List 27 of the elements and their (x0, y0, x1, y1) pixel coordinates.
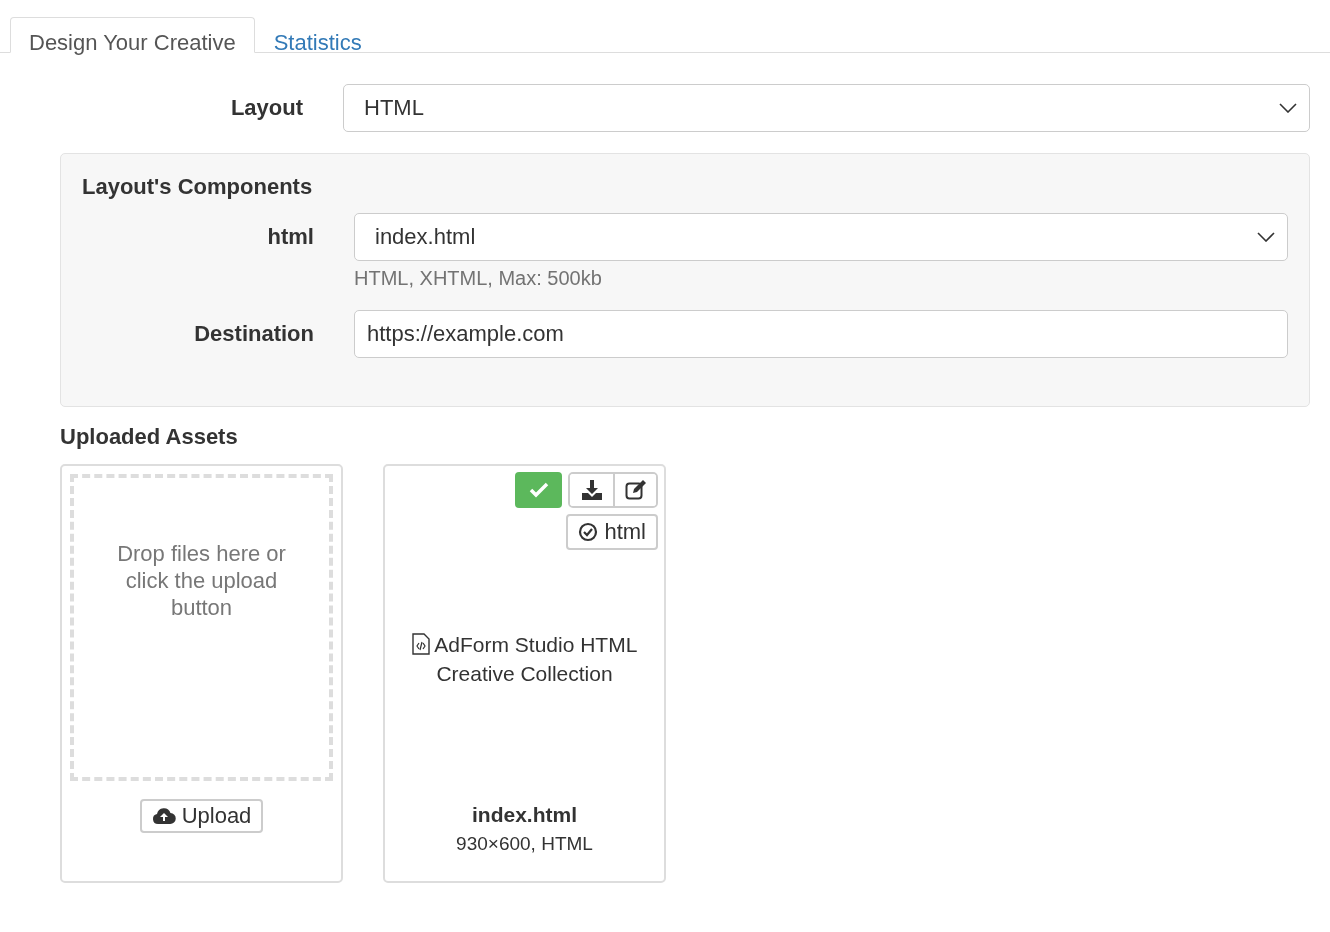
drop-zone[interactable]: Drop files here or click the upload button (70, 474, 333, 781)
field-label: Destination (193, 320, 315, 348)
chevron-down-icon (1257, 232, 1275, 242)
edit-button[interactable] (613, 474, 656, 506)
field-label: Layout (229, 95, 304, 121)
destination-input[interactable]: https://example.com (354, 310, 1288, 358)
chevron-down-icon (1279, 103, 1297, 113)
check-circle-icon (578, 522, 599, 542)
tab[interactable]: Statistics (254, 17, 381, 53)
layout-select[interactable]: HTML (343, 84, 1310, 132)
field-label: html (266, 223, 315, 251)
tab[interactable]: Design Your Creative (10, 17, 255, 53)
panel-title: Layout's Components (82, 174, 314, 200)
asset-title: AdForm Studio HTML Creative Collection (399, 630, 650, 688)
section-heading: Uploaded Assets (60, 424, 239, 450)
upload-button[interactable]: Upload (139, 799, 264, 833)
cloud-upload-icon (151, 807, 176, 825)
help-text: HTML, XHTML, Max: 500kb (354, 267, 603, 290)
file-name: index.html (472, 803, 577, 827)
component-tag-button[interactable]: html (566, 514, 658, 550)
code-file-icon (411, 633, 430, 655)
check-icon (528, 482, 549, 498)
file-select[interactable]: index.html (354, 213, 1288, 261)
download-icon (580, 479, 603, 501)
file-meta: 930×600, HTML (456, 833, 593, 855)
edit-icon (624, 479, 647, 501)
drop-hint: Drop files here or click the upload button (116, 540, 287, 622)
